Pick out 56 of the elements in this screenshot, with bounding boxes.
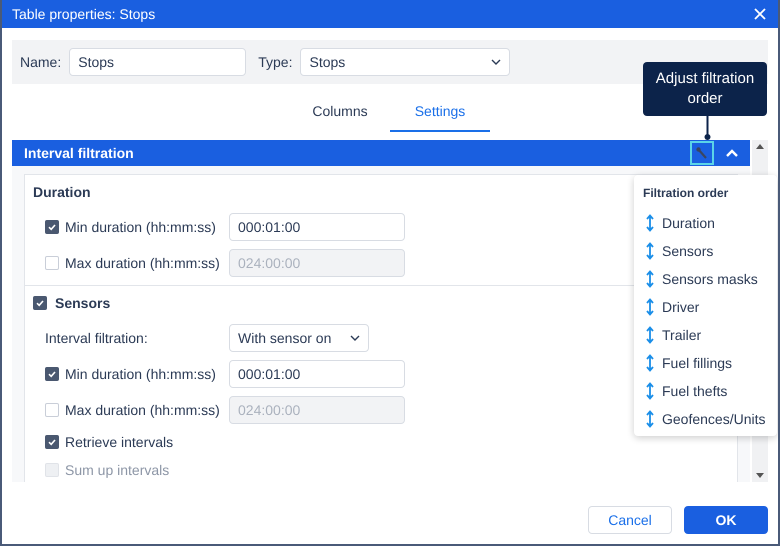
reorder-icon[interactable] — [646, 298, 654, 316]
order-item[interactable]: Sensors masks — [634, 265, 777, 293]
option-label: Min duration (hh:mm:ss) — [65, 366, 217, 382]
check-icon — [47, 222, 57, 232]
tooltip: Adjust filtration order — [643, 62, 767, 116]
filtration-dropdown[interactable]: With sensor on — [229, 324, 369, 352]
time-field[interactable]: 000:01:00 — [229, 213, 405, 241]
option-label: Interval filtration: — [45, 330, 149, 346]
order-item[interactable]: Geofences/Units — [634, 405, 777, 433]
checkbox[interactable] — [33, 296, 47, 310]
order-item[interactable]: Fuel fillings — [634, 349, 777, 377]
option-label: Sum up intervals — [65, 462, 170, 478]
option-label: Max duration (hh:mm:ss) — [65, 255, 221, 271]
group-heading: Duration — [33, 184, 91, 200]
order-item[interactable]: Trailer — [634, 321, 777, 349]
field-label: Type: — [258, 54, 292, 70]
checkbox[interactable] — [45, 220, 59, 234]
time-field[interactable]: 000:01:00 — [229, 360, 405, 388]
order-item[interactable]: Fuel thefts — [634, 377, 777, 405]
order-item[interactable]: Duration — [634, 209, 777, 237]
order-item[interactable]: Driver — [634, 293, 777, 321]
reorder-icon[interactable] — [646, 242, 654, 260]
reorder-icon[interactable] — [646, 382, 654, 400]
cancel-button[interactable]: Cancel — [588, 506, 672, 534]
reorder-icon[interactable] — [646, 270, 654, 288]
collapse-icon[interactable] — [726, 149, 738, 157]
scroll-down-icon[interactable] — [756, 473, 764, 478]
ok-button[interactable]: OK — [684, 506, 768, 534]
type-dropdown[interactable]: Stops — [300, 48, 510, 76]
check-icon — [35, 298, 45, 308]
chevron-down-icon — [350, 335, 360, 341]
scroll-up-icon[interactable] — [756, 144, 764, 149]
checkbox[interactable] — [45, 435, 59, 449]
name-field[interactable]: Stops — [69, 48, 246, 76]
option-label: Max duration (hh:mm:ss) — [65, 402, 221, 418]
checkbox[interactable] — [45, 367, 59, 381]
reorder-icon[interactable] — [646, 326, 654, 344]
order-item[interactable]: Sensors — [634, 237, 777, 265]
reorder-icon[interactable] — [646, 410, 654, 428]
tab[interactable]: Settings — [390, 92, 490, 132]
leader-line — [704, 116, 711, 141]
close-icon[interactable] — [754, 8, 766, 20]
option-label: Min duration (hh:mm:ss) — [65, 219, 217, 235]
reorder-icon[interactable] — [646, 214, 654, 232]
check-icon — [47, 369, 57, 379]
popup-title: Filtration order — [642, 185, 730, 202]
section-header[interactable]: Interval filtration — [12, 140, 750, 166]
wrench-icon[interactable] — [690, 141, 714, 165]
window-title: Table properties: Stops — [12, 6, 156, 22]
group-heading: Sensors — [55, 295, 110, 311]
option-label: Retrieve intervals — [65, 434, 174, 450]
reorder-icon[interactable] — [646, 354, 654, 372]
tab[interactable]: Columns — [290, 92, 390, 132]
field-label: Name: — [20, 54, 62, 70]
check-icon — [47, 437, 57, 447]
chevron-down-icon — [491, 59, 502, 65]
